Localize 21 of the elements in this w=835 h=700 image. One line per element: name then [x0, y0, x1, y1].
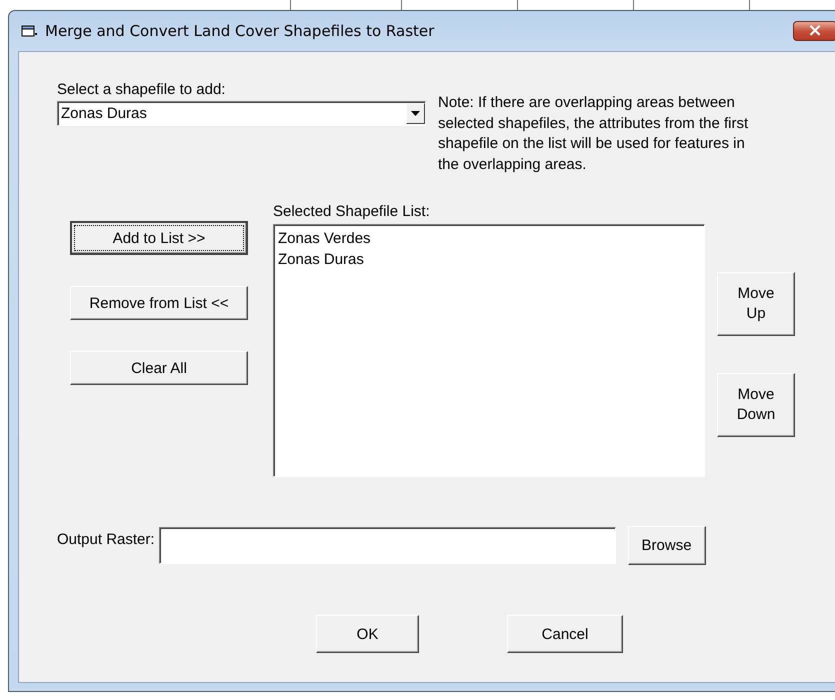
close-button[interactable]: ×	[793, 21, 835, 41]
move-button[interactable]: Move Down	[717, 373, 795, 437]
window-title: Merge and Convert Land Cover Shapefiles to Raster	[45, 22, 434, 40]
list-item[interactable]: Zonas Duras	[278, 249, 364, 270]
output-raster-field[interactable]	[158, 527, 616, 564]
browse-button[interactable]: Browse	[628, 526, 706, 565]
list-action-button[interactable]: Remove from List <<	[70, 286, 248, 320]
dropdown-arrow-icon	[411, 111, 420, 116]
selected-list-label: Selected Shapefile List:	[273, 203, 431, 221]
dialog-button[interactable]: OK	[316, 615, 419, 653]
dialog-button[interactable]: Cancel	[507, 615, 623, 653]
window-icon	[21, 24, 37, 38]
list-action-button[interactable]: Clear All	[70, 351, 248, 385]
list-item[interactable]: Zonas Verdes	[278, 228, 371, 249]
overlap-note: Note: If there are overlapping areas between selected shapefiles, the attributes from the first shapefile on the list will be used for features in the overlapping areas.	[438, 93, 750, 174]
output-raster-label: Output Raster:	[57, 531, 155, 549]
list-action-button[interactable]: Add to List >>	[70, 221, 248, 255]
move-button[interactable]: Move Up	[717, 272, 795, 336]
shapefile-dropdown[interactable]: Zonas Duras	[57, 101, 426, 126]
shapefile-listbox[interactable]: Zonas Verdes Zonas Duras	[273, 224, 705, 477]
shapefile-select-label: Select a shapefile to add:	[57, 81, 226, 99]
